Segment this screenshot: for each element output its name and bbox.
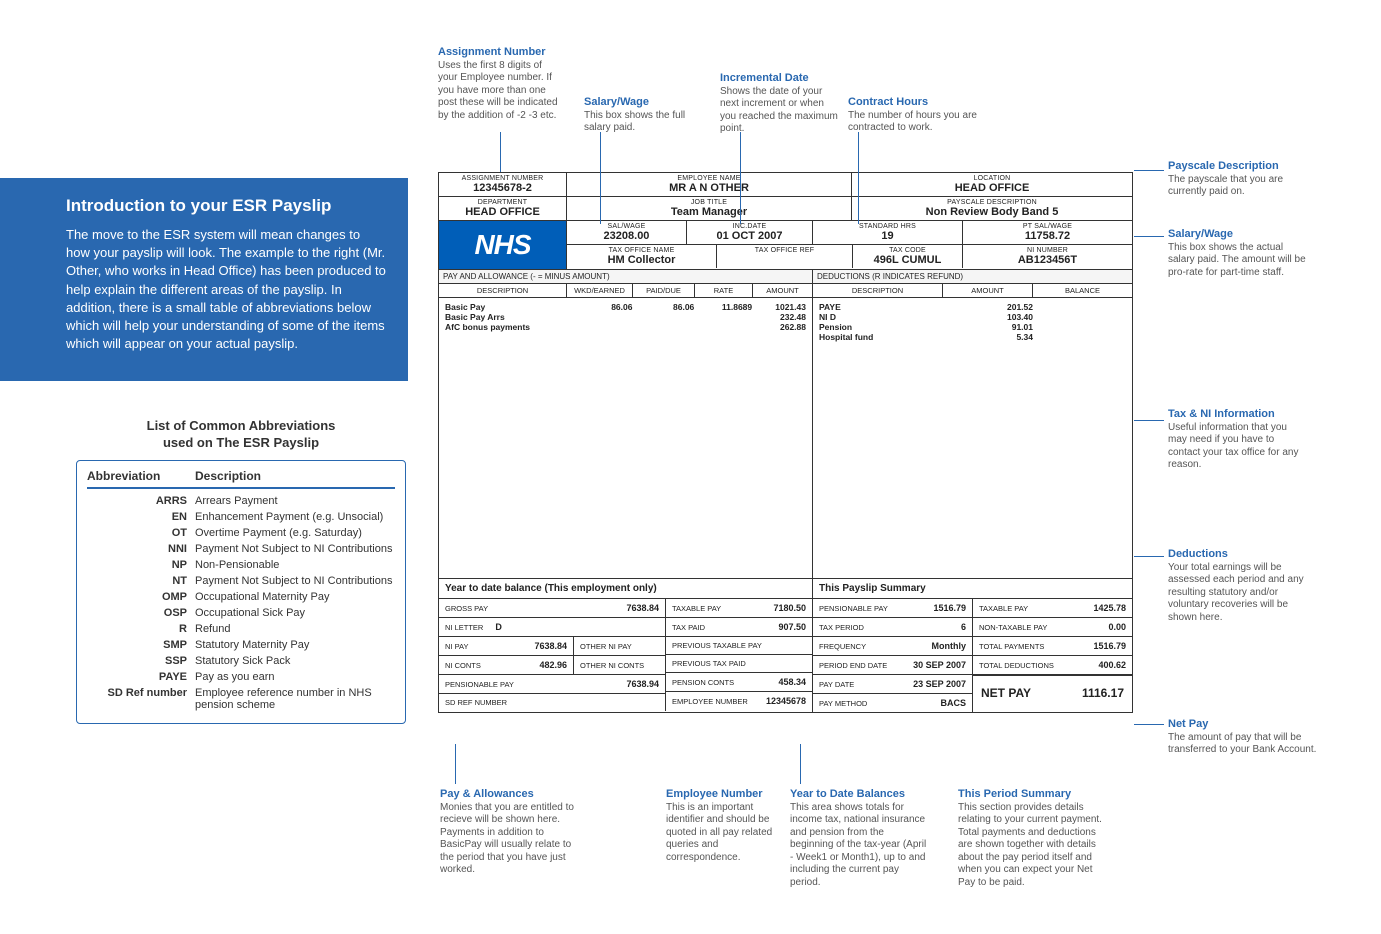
abbrev-col-desc: Description bbox=[195, 469, 261, 483]
annot-taxni: Tax & NI InformationUseful information t… bbox=[1168, 408, 1308, 472]
ded-row: Hospital fund5.34 bbox=[819, 332, 1126, 342]
annot-assignment: Assignment NumberUses the first 8 digits… bbox=[438, 46, 558, 122]
ded-row: PAYE201.52 bbox=[819, 302, 1126, 312]
connector-line bbox=[600, 132, 601, 224]
net-pay: 1116.17 bbox=[1082, 686, 1124, 700]
ded-section-header: DEDUCTIONS (R INDICATES REFUND) bbox=[813, 270, 1132, 284]
assignment-number: 12345678-2 bbox=[443, 182, 562, 194]
intro-title: Introduction to your ESR Payslip bbox=[66, 196, 386, 216]
abbrev-row: OSPOccupational Sick Pay bbox=[87, 605, 395, 621]
abbrev-row: SMPStatutory Maternity Pay bbox=[87, 637, 395, 653]
job-title: Team Manager bbox=[571, 206, 847, 218]
abbrev-row: ENEnhancement Payment (e.g. Unsocial) bbox=[87, 509, 395, 525]
deductions-body: PAYE201.52NI D103.40Pension91.01Hospital… bbox=[813, 298, 1132, 578]
connector-line bbox=[1134, 236, 1164, 237]
intro-box: Introduction to your ESR Payslip The mov… bbox=[0, 178, 408, 381]
connector-line bbox=[1134, 556, 1164, 557]
nhs-logo: NHS bbox=[439, 221, 567, 269]
abbrev-col-abbr: Abbreviation bbox=[87, 469, 195, 483]
standard-hrs: 19 bbox=[817, 230, 958, 242]
annot-payscale: Payscale DescriptionThe payscale that yo… bbox=[1168, 160, 1308, 199]
annot-ded: DeductionsYour total earnings will be as… bbox=[1168, 548, 1318, 624]
pt-salary: 11758.72 bbox=[967, 230, 1128, 242]
inc-date: 01 OCT 2007 bbox=[691, 230, 808, 242]
abbrev-row: SSPStatutory Sick Pack bbox=[87, 653, 395, 669]
connector-line bbox=[740, 132, 741, 224]
ni-number: AB123456T bbox=[967, 254, 1128, 266]
payscale: Non Review Body Band 5 bbox=[856, 206, 1128, 218]
pay-section-header: PAY AND ALLOWANCE (- = MINUS AMOUNT) bbox=[439, 270, 813, 284]
abbrev-row: NPNon-Pensionable bbox=[87, 557, 395, 573]
connector-line bbox=[500, 132, 501, 172]
ded-row: NI D103.40 bbox=[819, 312, 1126, 322]
tax-code: 496L CUMUL bbox=[857, 254, 958, 266]
annot-contract: Contract HoursThe number of hours you ar… bbox=[848, 96, 998, 135]
abbrev-row: ARRSArrears Payment bbox=[87, 493, 395, 509]
tax-office: HM Collector bbox=[571, 254, 712, 266]
employee-name: MR A N OTHER bbox=[571, 182, 847, 194]
connector-line bbox=[1134, 170, 1164, 171]
annot-payallow: Pay & AllowancesMonies that you are enti… bbox=[440, 788, 580, 877]
department: HEAD OFFICE bbox=[443, 206, 562, 218]
pay-allowances-body: Basic Pay86.0686.0611.86891021.43Basic P… bbox=[439, 298, 812, 578]
connector-line bbox=[455, 744, 456, 784]
annot-empnum: Employee NumberThis is an important iden… bbox=[666, 788, 786, 864]
annot-salary2: Salary/WageThis box shows the actual sal… bbox=[1168, 228, 1308, 279]
annot-incdate: Incremental DateShows the date of your n… bbox=[720, 72, 840, 136]
abbrev-row: OTOvertime Payment (e.g. Saturday) bbox=[87, 525, 395, 541]
abbrev-table: Abbreviation Description ARRSArrears Pay… bbox=[76, 460, 406, 724]
summary-header: This Payslip Summary bbox=[813, 579, 1132, 599]
intro-body: The move to the ESR system will mean cha… bbox=[66, 226, 386, 353]
connector-line bbox=[858, 132, 859, 224]
annot-ytd: Year to Date BalancesThis area shows tot… bbox=[790, 788, 930, 889]
abbrev-row: PAYEPay as you earn bbox=[87, 669, 395, 685]
pay-row: Basic Pay86.0686.0611.86891021.43 bbox=[445, 302, 806, 312]
abbrev-heading: List of Common Abbreviations used on The… bbox=[76, 418, 406, 452]
employee-number: 12345678 bbox=[766, 696, 806, 706]
pay-row: Basic Pay Arrs232.48 bbox=[445, 312, 806, 322]
location: HEAD OFFICE bbox=[856, 182, 1128, 194]
abbrev-row: NTPayment Not Subject to NI Contribution… bbox=[87, 573, 395, 589]
annot-thisperiod: This Period SummaryThis section provides… bbox=[958, 788, 1108, 889]
connector-line bbox=[800, 744, 801, 784]
pay-row: AfC bonus payments262.88 bbox=[445, 322, 806, 332]
connector-line bbox=[1134, 724, 1164, 725]
abbrev-row: SD Ref numberEmployee reference number i… bbox=[87, 685, 395, 713]
ytd-header: Year to date balance (This employment on… bbox=[439, 579, 812, 599]
payslip: ASSIGNMENT NUMBER12345678-2 EMPLOYEE NAM… bbox=[438, 172, 1133, 713]
ded-row: Pension91.01 bbox=[819, 322, 1126, 332]
salary-wage: 23208.00 bbox=[571, 230, 682, 242]
annot-salary1: Salary/WageThis box shows the full salar… bbox=[584, 96, 694, 135]
abbrev-row: OMPOccupational Maternity Pay bbox=[87, 589, 395, 605]
annot-netpay: Net PayThe amount of pay that will be tr… bbox=[1168, 718, 1318, 757]
abbrev-row: RRefund bbox=[87, 621, 395, 637]
abbrev-row: NNIPayment Not Subject to NI Contributio… bbox=[87, 541, 395, 557]
connector-line bbox=[1134, 420, 1164, 421]
